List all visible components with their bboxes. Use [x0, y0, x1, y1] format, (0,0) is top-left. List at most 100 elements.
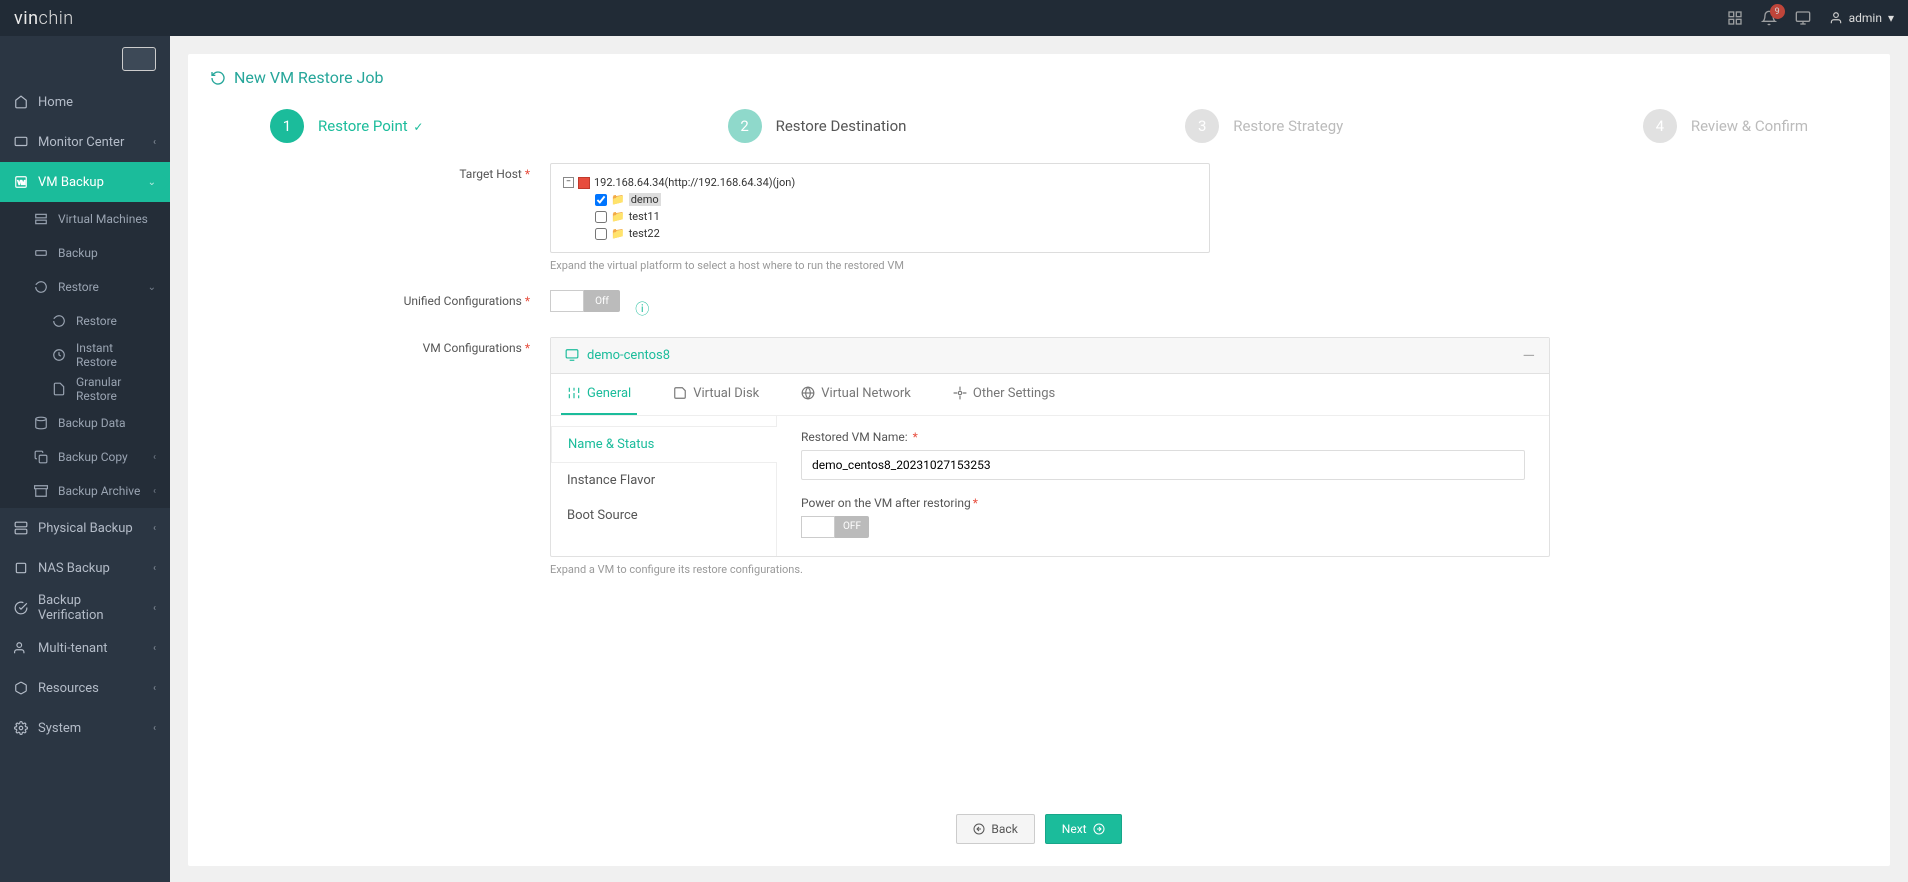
- sidebar-item-label: VM Backup: [38, 175, 104, 190]
- gear-icon: [14, 721, 28, 735]
- config-subform: Restored VM Name: * Power on the VM afte…: [777, 416, 1549, 556]
- nas-icon: [14, 561, 28, 575]
- screen-icon[interactable]: [1795, 10, 1811, 26]
- sidebar-item-backup-copy[interactable]: Backup Copy ‹: [0, 440, 170, 474]
- tree-checkbox-demo[interactable]: [595, 194, 607, 206]
- sidebar-item-label: Virtual Machines: [58, 212, 148, 226]
- target-host-row: Target Host* − 192.168.64.34(http://192.…: [210, 163, 1868, 272]
- vm-config-header[interactable]: demo-centos8 —: [551, 338, 1549, 374]
- sidebar-item-label: Granular Restore: [76, 375, 156, 403]
- sidebar-item-restore-sub[interactable]: Restore: [0, 304, 170, 338]
- vm-icon: VM: [14, 175, 28, 189]
- arrow-right-icon: [1093, 823, 1105, 835]
- sidebar-toggle-row: [0, 36, 170, 82]
- copy-icon: [34, 450, 48, 464]
- sidebar-item-label: Restore: [76, 314, 117, 328]
- sublist-boot-source[interactable]: Boot Source: [551, 498, 776, 533]
- toggle-off-label: OFF: [835, 516, 869, 538]
- step-restore-point[interactable]: 1 Restore Point ✓: [270, 109, 728, 143]
- sublist-instance-flavor[interactable]: Instance Flavor: [551, 463, 776, 498]
- back-button[interactable]: Back: [956, 814, 1034, 844]
- box-icon: [14, 681, 28, 695]
- config-sublist: Name & Status Instance Flavor Boot Sourc…: [551, 416, 777, 556]
- sidebar-item-label: Resources: [38, 681, 99, 696]
- next-button[interactable]: Next: [1045, 814, 1122, 844]
- brand-logo: vinchin: [14, 8, 74, 29]
- sidebar-item-label: Multi-tenant: [38, 641, 108, 656]
- step-restore-destination[interactable]: 2 Restore Destination: [728, 109, 1186, 143]
- tree-item-demo[interactable]: demo: [629, 193, 661, 206]
- panel-title: New VM Restore Job: [210, 68, 1868, 87]
- step-label: Review & Confirm: [1691, 117, 1808, 135]
- sidebar-item-nas-backup[interactable]: NAS Backup ‹: [0, 548, 170, 588]
- sidebar-item-instant-restore[interactable]: Instant Restore: [0, 338, 170, 372]
- arrow-left-icon: [973, 823, 985, 835]
- sidebar-item-label: Backup Archive: [58, 484, 140, 498]
- chevron-left-icon: ‹: [153, 523, 156, 534]
- power-on-toggle[interactable]: OFF: [801, 516, 869, 538]
- database-icon: [34, 416, 48, 430]
- sidebar-item-backup-data[interactable]: Backup Data: [0, 406, 170, 440]
- sidebar-sub-vm-backup: Virtual Machines Backup Restore ⌄ Restor…: [0, 202, 170, 508]
- sidebar-item-backup-verification[interactable]: Backup Verification ‹: [0, 588, 170, 628]
- sidebar-item-multi-tenant[interactable]: Multi-tenant ‹: [0, 628, 170, 668]
- sidebar-item-label: System: [38, 721, 81, 736]
- step-number: 2: [728, 109, 762, 143]
- sidebar-item-monitor[interactable]: Monitor Center ‹: [0, 122, 170, 162]
- sidebar-item-physical-backup[interactable]: Physical Backup ‹: [0, 508, 170, 548]
- chevron-down-icon: ⌄: [148, 177, 156, 188]
- sidebar-item-granular-restore[interactable]: Granular Restore: [0, 372, 170, 406]
- sidebar-item-restore[interactable]: Restore ⌄: [0, 270, 170, 304]
- restore-icon: [52, 314, 66, 328]
- tab-virtual-disk[interactable]: Virtual Disk: [667, 374, 765, 415]
- sidebar-item-system[interactable]: System ‹: [0, 708, 170, 748]
- sidebar-item-home[interactable]: Home: [0, 82, 170, 122]
- vm-config-hint: Expand a VM to configure its restore con…: [550, 563, 1868, 576]
- tree-collapse-icon[interactable]: −: [563, 177, 574, 188]
- chevron-down-icon: ⌄: [148, 282, 156, 293]
- host-tree[interactable]: − 192.168.64.34(http://192.168.64.34)(jo…: [550, 163, 1210, 253]
- step-restore-strategy[interactable]: 3 Restore Strategy: [1185, 109, 1643, 143]
- restore-icon: [34, 280, 48, 294]
- tree-item-test22[interactable]: test22: [629, 227, 660, 240]
- step-review-confirm[interactable]: 4 Review & Confirm: [1643, 109, 1808, 143]
- vm-config-panel: demo-centos8 — General Virtual Disk: [550, 337, 1550, 557]
- bell-icon[interactable]: 9: [1761, 10, 1777, 26]
- tree-checkbox-test22[interactable]: [595, 228, 607, 240]
- unified-toggle[interactable]: Off: [550, 290, 620, 312]
- sidebar-item-backup-archive[interactable]: Backup Archive ‹: [0, 474, 170, 508]
- tree-item-test11[interactable]: test11: [629, 210, 660, 223]
- tree-checkbox-test11[interactable]: [595, 211, 607, 223]
- tree-root-label[interactable]: 192.168.64.34(http://192.168.64.34)(jon): [594, 176, 795, 189]
- check-icon: ✓: [413, 120, 423, 134]
- sidebar-item-vm-backup[interactable]: VM VM Backup ⌄: [0, 162, 170, 202]
- tab-other-settings[interactable]: Other Settings: [947, 374, 1061, 415]
- tab-general[interactable]: General: [561, 374, 637, 415]
- sidebar-collapse-button[interactable]: [122, 47, 156, 71]
- sidebar-sub-restore: Restore Instant Restore Granular Restore: [0, 304, 170, 406]
- panel: New VM Restore Job 1 Restore Point ✓ 2 R…: [188, 54, 1890, 866]
- chevron-left-icon: ‹: [153, 683, 156, 694]
- archive-icon: [34, 484, 48, 498]
- page-title: New VM Restore Job: [234, 68, 383, 87]
- content-area: New VM Restore Job 1 Restore Point ✓ 2 R…: [170, 36, 1908, 882]
- collapse-icon[interactable]: —: [1523, 346, 1536, 365]
- step-label: Restore Strategy: [1233, 117, 1343, 135]
- sublist-name-status[interactable]: Name & Status: [551, 426, 777, 463]
- user-icon: [1829, 11, 1843, 25]
- wizard-footer: Back Next: [210, 654, 1868, 844]
- sidebar: Home Monitor Center ‹ VM VM Backup ⌄ Vir…: [0, 36, 170, 882]
- sidebar-item-resources[interactable]: Resources ‹: [0, 668, 170, 708]
- config-tabs: General Virtual Disk Virtual Network: [551, 374, 1549, 416]
- folder-icon: 📁: [611, 210, 625, 223]
- sidebar-item-label: Home: [38, 95, 73, 110]
- grid-icon[interactable]: [1727, 10, 1743, 26]
- user-menu[interactable]: admin ▾: [1829, 11, 1894, 25]
- sidebar-item-backup[interactable]: Backup: [0, 236, 170, 270]
- tab-virtual-network[interactable]: Virtual Network: [795, 374, 917, 415]
- sidebar-item-virtual-machines[interactable]: Virtual Machines: [0, 202, 170, 236]
- restored-vm-name-input[interactable]: [801, 450, 1525, 480]
- brand-suffix: chin: [39, 8, 74, 29]
- step-label: Restore Point ✓: [318, 117, 423, 135]
- info-icon[interactable]: ⓘ: [635, 302, 649, 318]
